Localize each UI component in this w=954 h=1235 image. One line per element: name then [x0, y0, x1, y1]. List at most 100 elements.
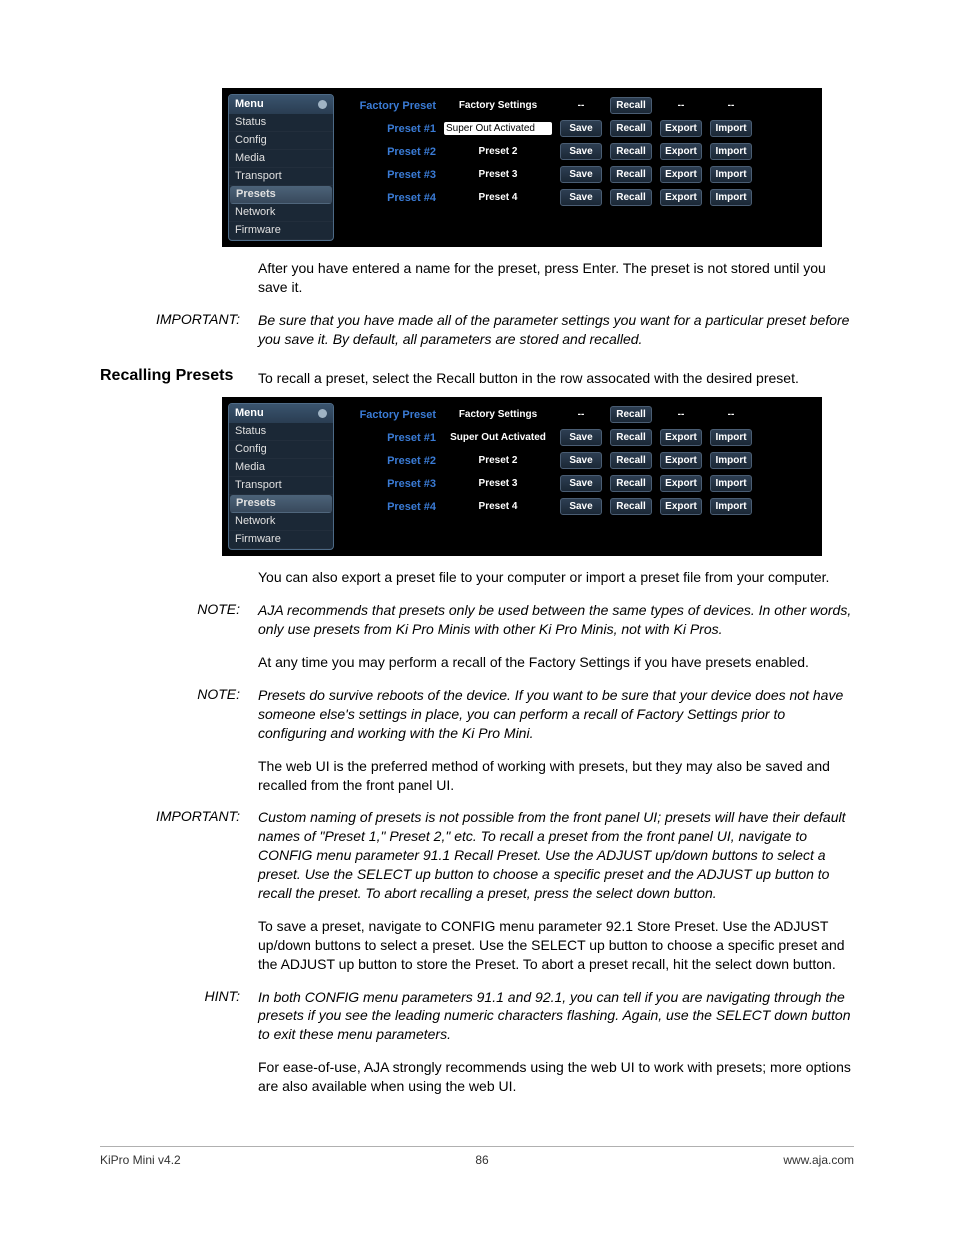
preset-ui-screenshot-2: Menu StatusConfigMediaTransportPresetsNe…	[222, 397, 822, 556]
preset-row: Preset #3Preset 3SaveRecallExportImport	[358, 472, 816, 495]
sidebar-title: Menu	[235, 408, 264, 419]
recall-button[interactable]: Recall	[610, 498, 652, 515]
sidebar-item-presets[interactable]: Presets	[230, 186, 332, 204]
save-button[interactable]: Save	[560, 166, 602, 183]
import-button[interactable]: Import	[710, 498, 752, 515]
recall-button[interactable]: Recall	[610, 166, 652, 183]
sidebar-item-network[interactable]: Network	[229, 513, 333, 531]
preset-label: Preset #1	[358, 123, 436, 135]
import-button[interactable]: Import	[710, 475, 752, 492]
preset-label: Preset #2	[358, 146, 436, 158]
note-label: NOTE:	[100, 601, 258, 639]
dash: --	[710, 100, 752, 111]
note-label: NOTE:	[100, 686, 258, 743]
preset-name: Preset 2	[444, 146, 552, 157]
preset-row: Preset #4Preset 4SaveRecallExportImport	[358, 495, 816, 518]
import-button[interactable]: Import	[710, 189, 752, 206]
recall-button[interactable]: Recall	[610, 143, 652, 160]
body-text: To save a preset, navigate to CONFIG men…	[258, 917, 854, 974]
save-button[interactable]: Save	[560, 452, 602, 469]
preset-name: Preset 4	[444, 501, 552, 512]
import-button[interactable]: Import	[710, 452, 752, 469]
preset-name: Preset 3	[444, 169, 552, 180]
sidebar-item-presets[interactable]: Presets	[230, 495, 332, 513]
preset-label: Preset #4	[358, 192, 436, 204]
sidebar-item-config[interactable]: Config	[229, 441, 333, 459]
hint-label: HINT:	[100, 988, 258, 1045]
sidebar-item-media[interactable]: Media	[229, 150, 333, 168]
import-button[interactable]: Import	[710, 143, 752, 160]
collapse-icon[interactable]	[318, 409, 327, 418]
sidebar-item-config[interactable]: Config	[229, 132, 333, 150]
sidebar-item-network[interactable]: Network	[229, 204, 333, 222]
footer-product: KiPro Mini v4.2	[100, 1153, 181, 1167]
dash: --	[560, 409, 602, 420]
recall-button[interactable]: Recall	[610, 97, 652, 114]
sidebar-item-transport[interactable]: Transport	[229, 477, 333, 495]
important-label: IMPORTANT:	[100, 808, 258, 902]
factory-preset-label: Factory Preset	[358, 100, 436, 112]
preset-row: Preset #1 Super Out Activated Save Recall Ex…	[358, 117, 816, 140]
preset-row: Preset #1 Super Out Activated Save Recall Ex…	[358, 426, 816, 449]
recall-button[interactable]: Recall	[610, 189, 652, 206]
export-button[interactable]: Export	[660, 475, 702, 492]
preset-label: Preset #1	[358, 432, 436, 444]
import-button[interactable]: Import	[710, 166, 752, 183]
recall-button[interactable]: Recall	[610, 475, 652, 492]
sidebar-item-status[interactable]: Status	[229, 423, 333, 441]
export-button[interactable]: Export	[660, 498, 702, 515]
recall-button[interactable]: Recall	[610, 120, 652, 137]
section-lead: To recall a preset, select the Recall bu…	[258, 367, 854, 388]
preset-table: Factory Preset Factory Settings -- Recal…	[358, 94, 816, 241]
preset-name: Super Out Activated	[444, 432, 552, 443]
sidebar-item-firmware[interactable]: Firmware	[229, 222, 333, 240]
sidebar-item-media[interactable]: Media	[229, 459, 333, 477]
factory-preset-name: Factory Settings	[444, 409, 552, 420]
note-text: Presets do survive reboots of the device…	[258, 686, 854, 743]
export-button[interactable]: Export	[660, 189, 702, 206]
save-button[interactable]: Save	[560, 143, 602, 160]
preset-row: Preset #2 Preset 2 Save Recall Export Import	[358, 140, 816, 163]
save-button[interactable]: Save	[560, 498, 602, 515]
recall-button[interactable]: Recall	[610, 429, 652, 446]
export-button[interactable]: Export	[660, 166, 702, 183]
hint-text: In both CONFIG menu parameters 91.1 and …	[258, 988, 854, 1045]
save-button[interactable]: Save	[560, 475, 602, 492]
preset-header-row: Factory Preset Factory Settings -- Recal…	[358, 403, 816, 426]
preset-name: Preset 3	[444, 478, 552, 489]
factory-preset-name: Factory Settings	[444, 100, 552, 111]
body-text: The web UI is the preferred method of wo…	[258, 757, 854, 795]
sidebar-header: Menu	[229, 95, 333, 114]
preset-label: Preset #3	[358, 169, 436, 181]
page-footer: KiPro Mini v4.2 86 www.aja.com	[100, 1146, 854, 1167]
preset-row: Preset #3 Preset 3 Save Recall Export Import	[358, 163, 816, 186]
dash: --	[560, 100, 602, 111]
collapse-icon[interactable]	[318, 100, 327, 109]
recall-button[interactable]: Recall	[610, 406, 652, 423]
import-button[interactable]: Import	[710, 429, 752, 446]
export-button[interactable]: Export	[660, 452, 702, 469]
sidebar-item-status[interactable]: Status	[229, 114, 333, 132]
sidebar-item-firmware[interactable]: Firmware	[229, 531, 333, 549]
sidebar-title: Menu	[235, 99, 264, 110]
save-button[interactable]: Save	[560, 120, 602, 137]
export-button[interactable]: Export	[660, 120, 702, 137]
important-label: IMPORTANT:	[100, 311, 258, 349]
sidebar-header: Menu	[229, 404, 333, 423]
body-text: After you have entered a name for the pr…	[258, 259, 854, 297]
sidebar-item-transport[interactable]: Transport	[229, 168, 333, 186]
preset-label: Preset #2	[358, 455, 436, 467]
preset-table: Factory Preset Factory Settings -- Recal…	[358, 403, 816, 550]
factory-preset-label: Factory Preset	[358, 409, 436, 421]
save-button[interactable]: Save	[560, 189, 602, 206]
recall-button[interactable]: Recall	[610, 452, 652, 469]
import-button[interactable]: Import	[710, 120, 752, 137]
dash: --	[660, 409, 702, 420]
save-button[interactable]: Save	[560, 429, 602, 446]
export-button[interactable]: Export	[660, 429, 702, 446]
preset-name-input[interactable]: Super Out Activated	[444, 122, 552, 135]
important-text: Be sure that you have made all of the pa…	[258, 311, 854, 349]
export-button[interactable]: Export	[660, 143, 702, 160]
section-heading: Recalling Presets	[100, 367, 258, 388]
body-text: You can also export a preset file to you…	[258, 568, 854, 587]
